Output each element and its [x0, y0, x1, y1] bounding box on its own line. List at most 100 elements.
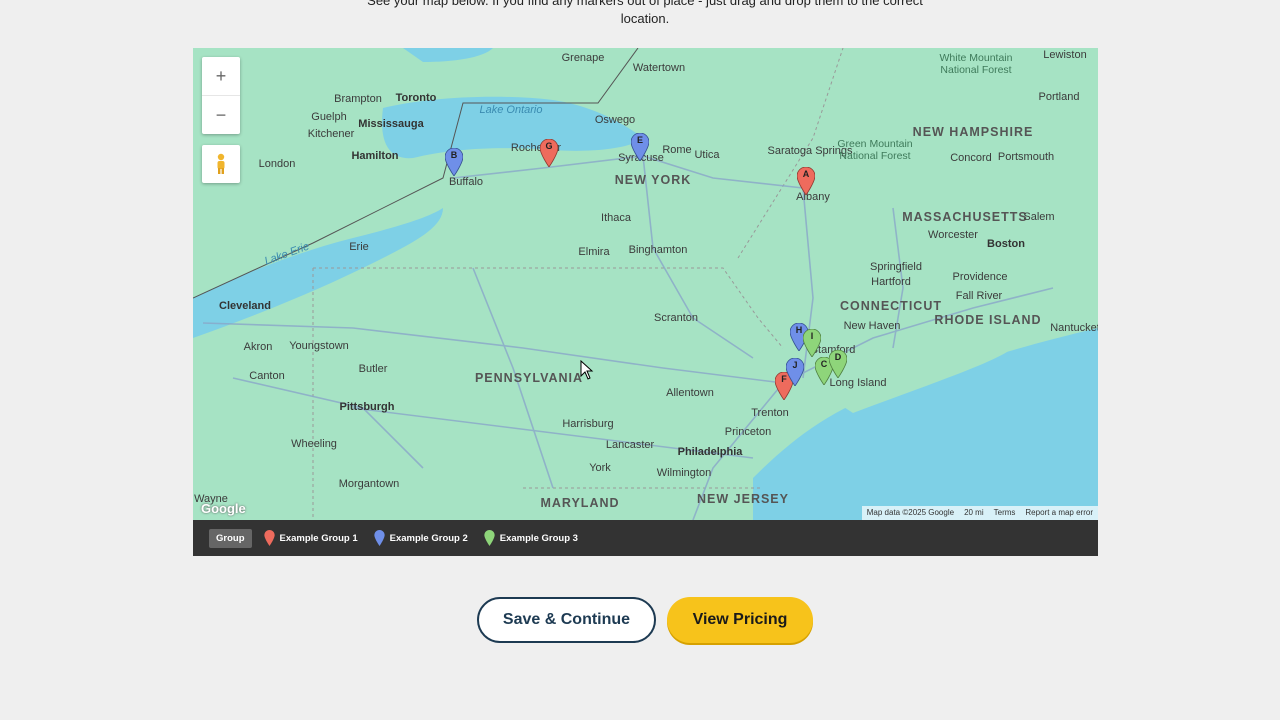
- city-fall-river: Fall River: [955, 290, 1003, 302]
- city-wilmington: Wilmington: [656, 467, 712, 479]
- map-marker-i[interactable]: I: [802, 328, 822, 358]
- city-portland: Portland: [1038, 91, 1080, 103]
- city-allentown: Allentown: [666, 387, 714, 399]
- city-philadelphia: Philadelphia: [677, 446, 743, 458]
- city-ithaca: Ithaca: [601, 212, 631, 224]
- city-providence: Providence: [952, 271, 1008, 283]
- red-pin-icon: [263, 530, 275, 546]
- city-york: York: [589, 462, 611, 474]
- map-scale: 20 mi: [964, 508, 984, 517]
- blue-pin-icon: [373, 530, 385, 546]
- zoom-out-button[interactable]: −: [202, 95, 240, 134]
- view-pricing-button[interactable]: View Pricing: [667, 597, 813, 643]
- city-salem: Salem: [1023, 211, 1055, 223]
- city-brampton: Brampton: [334, 93, 382, 105]
- city-binghamton: Binghamton: [628, 244, 688, 256]
- map-marker-j[interactable]: J: [785, 357, 805, 387]
- city-morgantown: Morgantown: [338, 478, 400, 490]
- marker-d-label: D: [834, 352, 842, 362]
- label-massachusetts: MASSACHUSETTS: [902, 210, 1028, 224]
- save-continue-button[interactable]: Save & Continue: [477, 597, 656, 643]
- city-mississauga: Mississauga: [358, 118, 424, 130]
- marker-g-label: G: [545, 141, 553, 151]
- legend-label-group-3: Example Group 3: [499, 532, 578, 544]
- city-wheeling: Wheeling: [291, 438, 337, 450]
- city-princeton: Princeton: [724, 426, 772, 438]
- city-youngstown: Youngstown: [289, 340, 349, 352]
- marker-a-label: A: [802, 169, 810, 179]
- pegman-street-view-icon[interactable]: [202, 145, 240, 183]
- city-elmira: Elmira: [578, 246, 610, 258]
- map-marker-g[interactable]: G: [539, 138, 559, 168]
- city-london: London: [258, 158, 296, 170]
- map-attribution: Map data ©2025 Google 20 mi Terms Report…: [861, 506, 1098, 520]
- legend-label-group-1: Example Group 1: [279, 532, 358, 544]
- city-springfield: Springfield: [870, 261, 922, 273]
- label-new-hampshire: NEW HAMPSHIRE: [912, 125, 1034, 139]
- intro-line-1: See your map below. If you find any mark…: [367, 0, 923, 8]
- city-lewiston: Lewiston: [1043, 49, 1087, 61]
- legend-item-group-3[interactable]: Example Group 3: [484, 530, 578, 546]
- label-white-mountain-forest: White Mountain National Forest: [939, 52, 1013, 76]
- city-pittsburgh: Pittsburgh: [339, 401, 395, 413]
- city-hamilton: Hamilton: [351, 150, 399, 162]
- label-new-jersey: NEW JERSEY: [697, 492, 789, 506]
- google-logo: Google: [201, 501, 246, 516]
- city-cleveland: Cleveland: [219, 300, 271, 312]
- city-concord: Concord: [950, 152, 992, 164]
- city-grenape: Grenape: [561, 52, 605, 64]
- city-trenton: Trenton: [751, 407, 789, 419]
- city-akron: Akron: [243, 341, 273, 353]
- report-map-error-link[interactable]: Report a map error: [1020, 506, 1098, 520]
- city-harrisburg: Harrisburg: [562, 418, 614, 430]
- group-button[interactable]: Group: [209, 528, 252, 548]
- map[interactable]: NEW YORK PENNSYLVANIA NEW JERSEY MARYLAN…: [193, 48, 1098, 520]
- city-boston: Boston: [987, 238, 1025, 250]
- map-marker-a[interactable]: A: [796, 166, 816, 196]
- label-lake-ontario: Lake Ontario: [479, 104, 543, 116]
- city-oswego: Oswego: [594, 114, 636, 126]
- city-watertown: Watertown: [632, 62, 686, 74]
- city-canton: Canton: [249, 370, 285, 382]
- city-buffalo: Buffalo: [448, 176, 484, 188]
- legend-item-group-2[interactable]: Example Group 2: [373, 530, 468, 546]
- map-marker-e[interactable]: E: [630, 132, 650, 162]
- city-guelph: Guelph: [311, 111, 347, 123]
- map-marker-d[interactable]: D: [828, 349, 848, 379]
- city-nantucket: Nantucket: [1050, 322, 1098, 334]
- label-connecticut: CONNECTICUT: [840, 299, 942, 313]
- zoom-in-button[interactable]: +: [202, 57, 240, 95]
- city-hartford: Hartford: [871, 276, 911, 288]
- green-pin-icon: [484, 530, 495, 546]
- city-butler: Butler: [358, 363, 388, 375]
- city-new-haven: New Haven: [843, 320, 901, 332]
- city-erie: Erie: [349, 241, 369, 253]
- city-lancaster: Lancaster: [605, 439, 655, 451]
- intro-line-2: location.: [620, 11, 670, 26]
- map-terms-link[interactable]: Terms: [989, 506, 1021, 520]
- label-rhode-island: RHODE ISLAND: [934, 313, 1042, 327]
- map-legend: Group Example Group 1 Example Group 2 Ex…: [193, 520, 1098, 556]
- city-kitchener: Kitchener: [307, 128, 355, 140]
- label-green-mountain-forest: Green Mountain National Forest: [837, 138, 913, 162]
- map-data-credit: Map data ©2025 Google: [866, 508, 955, 517]
- zoom-controls: + −: [202, 57, 240, 134]
- label-maryland: MARYLAND: [540, 496, 620, 510]
- label-pennsylvania: PENNSYLVANIA: [474, 371, 584, 385]
- city-worcester: Worcester: [928, 229, 978, 241]
- city-utica: Utica: [694, 149, 720, 161]
- mouse-cursor-icon: [580, 360, 594, 380]
- map-marker-b[interactable]: B: [444, 147, 464, 177]
- marker-e-label: E: [636, 135, 643, 145]
- marker-i-label: I: [810, 331, 814, 341]
- city-portsmouth: Portsmouth: [997, 151, 1055, 163]
- legend-label-group-2: Example Group 2: [389, 532, 468, 544]
- legend-item-group-1[interactable]: Example Group 1: [263, 530, 358, 546]
- label-new-york: NEW YORK: [614, 173, 692, 187]
- city-scranton: Scranton: [653, 312, 699, 324]
- city-toronto: Toronto: [395, 92, 437, 104]
- marker-b-label: B: [450, 150, 458, 160]
- intro-text: See your map below. If you find any mark…: [360, 0, 930, 28]
- label-long-island: Long Island: [829, 377, 887, 389]
- city-rome: Rome: [662, 144, 692, 156]
